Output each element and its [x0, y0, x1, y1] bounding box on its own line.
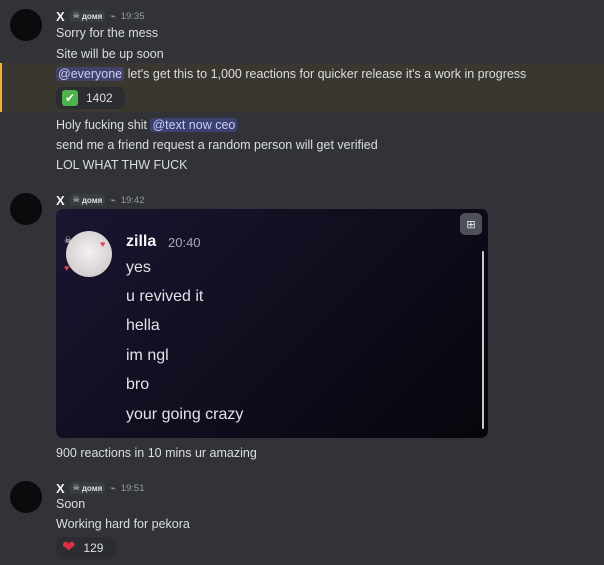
heart-icon: ♥	[100, 239, 106, 249]
user-avatar[interactable]	[10, 9, 42, 41]
server-tag[interactable]: ☠ домя	[69, 194, 106, 206]
heart-icon: ❤	[62, 539, 76, 556]
server-tag[interactable]: ☠ домя	[69, 482, 106, 494]
message-text: Sorry for the mess	[56, 26, 159, 40]
user-avatar[interactable]	[10, 193, 42, 225]
skull-icon: ☠	[72, 11, 80, 20]
embed-message-line: u revived it	[126, 288, 204, 305]
server-tag-label: домя	[81, 195, 103, 205]
skull-icon: ☠	[64, 235, 73, 245]
message-text: send me a friend request a random person…	[56, 138, 378, 152]
reaction-button[interactable]: ✔ 1402	[56, 87, 125, 109]
badge-icon[interactable]: ⌁	[110, 11, 115, 22]
username[interactable]: X	[56, 481, 65, 496]
embed-avatar	[66, 231, 112, 277]
message-text: Site will be up soon	[56, 47, 164, 61]
check-mark-icon: ✔	[62, 90, 78, 106]
message-header: X ☠ домя ⌁ 19:42	[56, 192, 145, 208]
timestamp: 19:51	[120, 482, 145, 494]
skull-icon: ☠	[72, 195, 80, 204]
embed-message-line: im ngl	[126, 347, 169, 364]
username[interactable]: X	[56, 193, 65, 208]
message-header: X ☠ домя ⌁ 19:51	[56, 480, 145, 496]
reaction-button[interactable]: ❤ 129	[56, 537, 116, 559]
embed-message-line: hella	[126, 317, 160, 334]
server-tag-label: домя	[81, 483, 103, 493]
heart-icon: ♥	[64, 263, 70, 273]
username[interactable]: X	[56, 9, 65, 24]
timestamp: 19:35	[120, 10, 145, 22]
badge-icon[interactable]: ⌁	[110, 483, 115, 494]
embed-username: zilla	[126, 233, 157, 250]
reaction-count: 1402	[86, 91, 113, 105]
server-tag-label: домя	[81, 11, 103, 21]
role-mention[interactable]: @text now ceo	[150, 118, 238, 132]
everyone-mention[interactable]: @everyone	[56, 67, 125, 81]
message-header: X ☠ домя ⌁ 19:35	[56, 8, 145, 24]
skull-icon: ☠	[72, 483, 80, 492]
timestamp: 19:42	[120, 194, 145, 206]
message-text: @everyone let's get this to 1,000 reacti…	[56, 65, 526, 83]
embed-message-line: yes	[126, 259, 151, 276]
server-tag[interactable]: ☠ домя	[69, 10, 106, 22]
message-text-content: let's get this to 1,000 reactions for qu…	[124, 67, 527, 81]
embed-message-line: bro	[126, 376, 150, 393]
message-text: 900 reactions in 10 mins ur amazing	[56, 446, 257, 460]
reaction-count: 129	[83, 541, 104, 555]
badge-icon[interactable]: ⌁	[110, 195, 115, 206]
message-text: Holy fucking shit @text now ceo	[56, 116, 238, 134]
message-text-content: Holy fucking shit	[56, 118, 151, 132]
message-text: LOL WHAT THW FUCK	[56, 158, 188, 172]
apps-icon[interactable]: ⊞	[460, 213, 482, 235]
message-text: Soon	[56, 497, 86, 511]
embed-timestamp: 20:40	[168, 235, 201, 250]
embed-message-line: your going crazy	[126, 406, 244, 423]
user-avatar[interactable]	[10, 481, 42, 513]
scrollbar[interactable]	[482, 251, 484, 429]
message-text: Working hard for pekora	[56, 517, 190, 531]
image-attachment[interactable]: ♥ ♥ ☠ zilla 20:40 yes u revived it hella…	[56, 209, 488, 438]
